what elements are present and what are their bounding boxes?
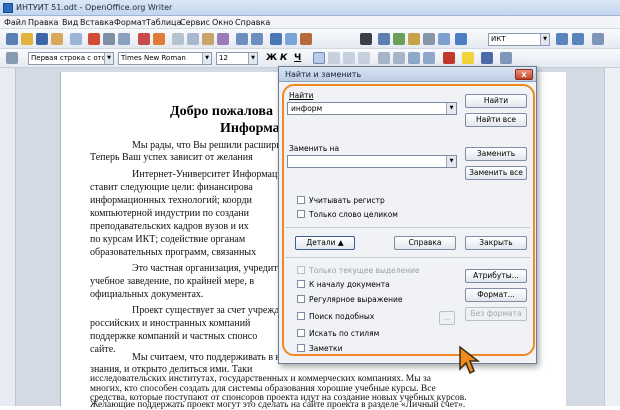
spellcheck-icon[interactable]: [138, 33, 150, 45]
writer-app-icon: [3, 3, 13, 13]
doc-heading-line1: Добро пожалова: [170, 104, 273, 119]
undo-icon[interactable]: [236, 33, 248, 45]
doc-line: Интернет-Университет Информацио: [132, 169, 288, 180]
dialog-title: Найти и заменить: [285, 70, 362, 79]
find-replace-icon[interactable]: [360, 33, 372, 45]
paragraph-style-value: Первая строка с отступ: [31, 54, 114, 62]
menu-format[interactable]: Формат: [114, 18, 146, 27]
close-icon[interactable]: x: [515, 69, 533, 80]
doc-heading-line2: Информа: [220, 121, 280, 136]
doc-line: российских и иностранных компаний: [90, 318, 251, 329]
font-color-icon[interactable]: [443, 52, 455, 64]
doc-line: компьютерной индустрии по создани: [90, 208, 249, 219]
doc-line: образовательных программ, связанных: [90, 247, 257, 258]
font-size-combo[interactable]: 12 ▼: [216, 52, 258, 65]
menu-edit[interactable]: Правка: [28, 18, 58, 27]
data-sources-icon[interactable]: [408, 33, 420, 45]
menu-table[interactable]: Таблица: [146, 18, 181, 27]
chevron-down-icon[interactable]: ▼: [540, 34, 549, 45]
gallery-icon[interactable]: [393, 33, 405, 45]
nonprinting-characters-icon[interactable]: [423, 33, 435, 45]
justify-icon[interactable]: [358, 52, 370, 64]
search-text-combo[interactable]: ИКТ ▼: [488, 33, 550, 46]
decrease-indent-icon[interactable]: [408, 52, 420, 64]
doc-line: исследовательских институтах, государств…: [90, 374, 431, 384]
increase-indent-icon[interactable]: [423, 52, 435, 64]
chevron-down-icon[interactable]: ▼: [202, 53, 211, 64]
menu-tools[interactable]: Сервис: [180, 18, 210, 27]
doc-line: информационных технологий; коорди: [90, 195, 252, 206]
menu-view[interactable]: Вид: [62, 18, 78, 27]
menu-help[interactable]: Справка: [235, 18, 270, 27]
align-right-icon[interactable]: [343, 52, 355, 64]
doc-line: Мы считаем, что поддерживать в не: [132, 352, 286, 363]
doc-line: преподавательских кадров вузов и их: [90, 221, 249, 232]
autospellcheck-icon[interactable]: [153, 33, 165, 45]
menu-window[interactable]: Окно: [212, 18, 233, 27]
window-titlebar: ИНТУИТ 51.odt - OpenOffice.org Writer: [0, 0, 620, 16]
search-text-value: ИКТ: [491, 35, 506, 43]
find-previous-icon[interactable]: [572, 33, 584, 45]
hyperlink-icon[interactable]: [270, 33, 282, 45]
mouse-cursor-icon: [459, 345, 481, 375]
styles-formatting-icon[interactable]: [6, 52, 18, 64]
redo-icon[interactable]: [251, 33, 263, 45]
copy-icon[interactable]: [187, 33, 199, 45]
window-title: ИНТУИТ 51.odt - OpenOffice.org Writer: [16, 3, 173, 12]
export-pdf-icon[interactable]: [88, 33, 100, 45]
new-document-icon[interactable]: [6, 33, 18, 45]
align-left-icon[interactable]: [313, 52, 325, 64]
print-preview-icon[interactable]: [118, 33, 130, 45]
font-name-value: Times New Roman: [121, 54, 186, 62]
cut-icon[interactable]: [172, 33, 184, 45]
find-next-icon[interactable]: [556, 33, 568, 45]
email-icon[interactable]: [51, 33, 63, 45]
doc-line: Проект существует за счет учрежде: [132, 305, 284, 316]
open-folder-icon[interactable]: [21, 33, 33, 45]
standard-toolbar: ИКТ ▼: [0, 29, 620, 49]
print-icon[interactable]: [103, 33, 115, 45]
vertical-scrollbar[interactable]: [604, 68, 620, 406]
doc-line: Это частная организация, учредит: [132, 263, 278, 274]
highlighting-icon[interactable]: [462, 52, 474, 64]
bullets-icon[interactable]: [393, 52, 405, 64]
italic-button[interactable]: К: [280, 53, 287, 63]
chevron-down-icon[interactable]: ▼: [104, 53, 113, 64]
highlight-outline: [282, 84, 535, 356]
menubar: Файл Правка Вид Вставка Формат Таблица С…: [0, 16, 620, 29]
menu-file[interactable]: Файл: [4, 18, 26, 27]
toolbar-options-icon[interactable]: [500, 52, 512, 64]
toolbar-options-icon[interactable]: [592, 33, 604, 45]
font-name-combo[interactable]: Times New Roman ▼: [118, 52, 212, 65]
vertical-ruler: [0, 68, 16, 406]
edit-file-icon[interactable]: [70, 33, 82, 45]
save-icon[interactable]: [36, 33, 48, 45]
doc-line: Желающие поддержать проект могут это сде…: [90, 400, 466, 410]
underline-button[interactable]: Ч: [294, 53, 301, 63]
show-draw-functions-icon[interactable]: [300, 33, 312, 45]
zoom-icon[interactable]: [438, 33, 450, 45]
doc-line: по курсам ИКТ; содействие органам: [90, 234, 246, 245]
table-icon[interactable]: [285, 33, 297, 45]
navigator-icon[interactable]: [378, 33, 390, 45]
font-size-value: 12: [219, 54, 228, 62]
bold-button[interactable]: Ж: [266, 53, 277, 63]
background-color-icon[interactable]: [481, 52, 493, 64]
menu-insert[interactable]: Вставка: [80, 18, 114, 27]
doc-line: учебное заведение, по крайней мере, в: [90, 276, 255, 287]
doc-line: Теперь Ваш успех зависит от желания: [90, 152, 253, 163]
doc-line: ставит следующие цели: финансирова: [90, 182, 253, 193]
paragraph-style-combo[interactable]: Первая строка с отступ ▼: [28, 52, 114, 65]
numbering-icon[interactable]: [378, 52, 390, 64]
paste-icon[interactable]: [202, 33, 214, 45]
dialog-titlebar[interactable]: Найти и заменить x: [279, 67, 536, 82]
chevron-down-icon[interactable]: ▼: [248, 53, 257, 64]
format-paintbrush-icon[interactable]: [217, 33, 229, 45]
doc-line: поддержке компаний и частных спонсо: [90, 331, 258, 342]
doc-line: сайте.: [90, 344, 116, 355]
doc-line: официальных документах.: [90, 289, 204, 300]
align-center-icon[interactable]: [328, 52, 340, 64]
help-icon[interactable]: [455, 33, 467, 45]
doc-line: Мы рады, что Вы решили расширит: [132, 140, 286, 151]
